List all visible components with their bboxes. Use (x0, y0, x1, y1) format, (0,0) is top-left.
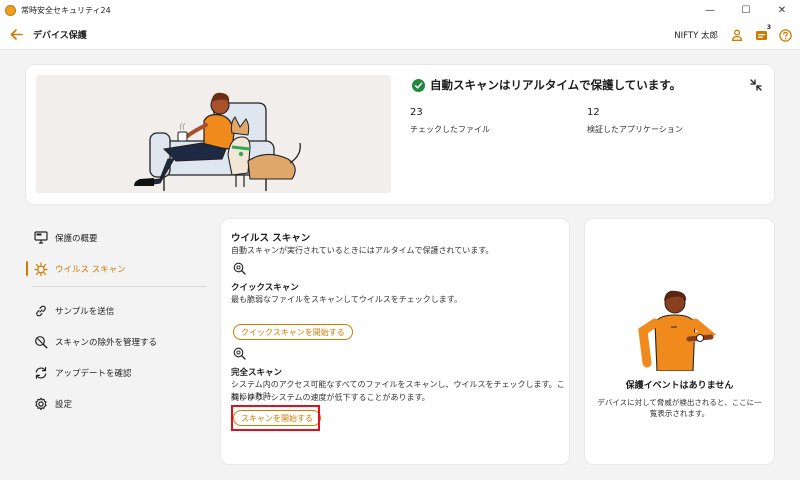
files-checked-stat: 23 チェックしたファイル (410, 107, 490, 135)
gear-icon (34, 397, 48, 411)
check-circle-icon (412, 78, 425, 92)
files-checked-label: チェックしたファイル (410, 125, 490, 134)
maximize-button[interactable]: ☐ (728, 0, 764, 20)
magnifier-virus-icon (233, 262, 246, 275)
account-icon[interactable] (730, 28, 744, 42)
header-actions: NIFTY 太郎 3 (674, 20, 792, 50)
link-icon (34, 304, 48, 318)
no-events-title: 保護イベントはありません (625, 381, 734, 391)
relaxing-person-illustration (36, 75, 391, 193)
nav-item-check-updates[interactable]: アップデートを確認 (26, 357, 206, 388)
user-name: NIFTY 太郎 (674, 31, 718, 41)
quick-scan-title: クイックスキャン (231, 283, 299, 293)
virus-icon (34, 261, 48, 276)
active-indicator (26, 261, 28, 276)
nav-item-manage-exclusions[interactable]: スキャンの除外を管理する (26, 326, 206, 357)
nav-label-submit-sample: サンプルを送信 (55, 306, 115, 317)
nav-label-virus-scan: ウイルス スキャン (55, 264, 126, 275)
apps-verified-stat: 12 検証したアプリケーション (587, 107, 683, 135)
protection-status-text: 自動スキャンはリアルタイムで保護しています。 (430, 78, 682, 92)
back-arrow-icon[interactable] (9, 28, 23, 42)
person-checking-watch-illustration (625, 287, 735, 372)
exclusion-icon (34, 335, 48, 349)
nav-item-virus-scan[interactable]: ウイルス スキャン (26, 253, 206, 284)
nav-item-submit-sample[interactable]: サンプルを送信 (26, 295, 206, 326)
title-bar: 常時安全セキュリティ24 — ☐ ✕ (0, 0, 800, 20)
app-header: デバイス保護 NIFTY 太郎 3 (0, 20, 800, 50)
files-checked-count: 23 (410, 107, 423, 118)
nav-item-protection-overview[interactable]: 保護の概要 (26, 222, 206, 253)
minimize-button[interactable]: — (692, 0, 728, 20)
protection-events-card: 保護イベントはありません デバイスに対して脅威が検出されると、ここに一覧表示され… (585, 219, 774, 464)
apps-verified-label: 検証したアプリケーション (587, 125, 683, 134)
quick-scan-description: 最も脆弱なファイルをスキャンしてウイルスをチェックします。 (231, 295, 462, 304)
highlight-box (231, 405, 320, 431)
apps-verified-count: 12 (587, 107, 600, 118)
virus-scan-title: ウイルス スキャン (231, 233, 311, 244)
nav-item-settings[interactable]: 設定 (26, 388, 206, 419)
window-title: 常時安全セキュリティ24 (21, 5, 111, 15)
virus-scan-subtitle: 自動スキャンが実行されているときにはアルタイムで保護されています。 (231, 246, 494, 255)
notifications-icon[interactable]: 3 (754, 24, 771, 42)
app-logo-icon (5, 4, 16, 16)
close-button[interactable]: ✕ (764, 0, 800, 20)
nav-label-manage-exclusions: スキャンの除外を管理する (55, 337, 158, 348)
full-scan-description-line2: 間かかり、システムの速度が低下することがあります。 (231, 393, 430, 402)
side-navigation: 保護の概要 ウイルス スキャン サンプルを送信 スキャンの除外を管理する アップ… (26, 222, 206, 419)
magnifier-virus-icon (233, 347, 246, 360)
status-row: 自動スキャンはリアルタイムで保護しています。 (412, 77, 681, 93)
full-scan-title: 完全スキャン (231, 368, 283, 378)
collapse-icon[interactable] (750, 79, 762, 91)
monitor-icon (34, 231, 48, 245)
notification-count-badge: 3 (766, 24, 771, 31)
nav-label-check-updates: アップデートを確認 (55, 368, 132, 379)
start-quick-scan-button[interactable]: クイックスキャンを開始する (233, 324, 353, 340)
help-icon[interactable] (778, 28, 792, 42)
protection-status-card: 自動スキャンはリアルタイムで保護しています。 23 チェックしたファイル 12 … (26, 65, 774, 204)
nav-label-settings: 設定 (55, 399, 73, 410)
refresh-icon (34, 366, 48, 380)
page-title: デバイス保護 (33, 31, 87, 41)
nav-divider (32, 286, 206, 287)
no-events-description: デバイスに対して脅威が検出されると、ここに一覧表示されます。 (597, 398, 762, 418)
nav-label-protection-overview: 保護の概要 (55, 233, 98, 244)
window-controls: — ☐ ✕ (692, 0, 800, 20)
